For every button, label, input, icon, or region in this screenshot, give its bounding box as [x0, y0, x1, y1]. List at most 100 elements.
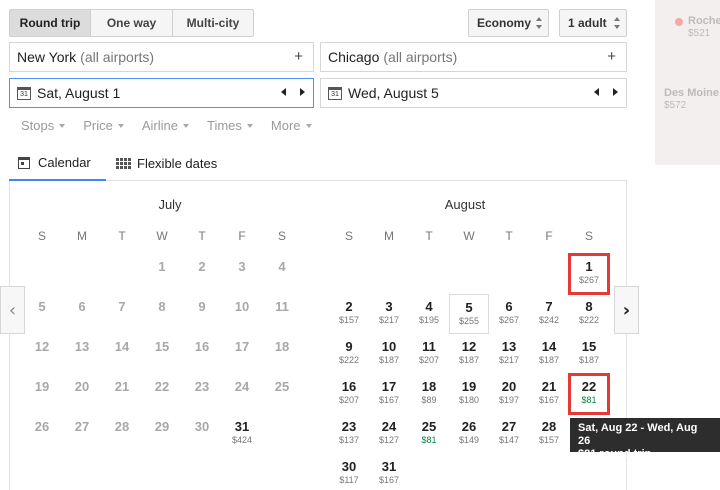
day-number: 4 — [278, 259, 286, 274]
month-title-july: July — [158, 197, 182, 212]
calendar-day-august-24[interactable]: 24 $127 — [369, 414, 409, 454]
depart-date-value: Sat, August 1 — [37, 85, 121, 101]
calendar-day-august-7[interactable]: 7 $242 — [529, 294, 569, 334]
day-number: 9 — [345, 339, 353, 354]
tooltip-dates: Sat, Aug 22 - Wed, Aug 26 — [578, 422, 698, 447]
day-number: 13 — [501, 339, 517, 354]
filter-times[interactable]: Times — [207, 118, 253, 133]
day-number: 19 — [34, 379, 50, 394]
tab-label: Flexible dates — [137, 156, 218, 171]
day-price: $197 — [498, 395, 520, 405]
calendar-day-august-27[interactable]: 27 $147 — [489, 414, 529, 454]
calendar-day-august-9[interactable]: 9 $222 — [329, 334, 369, 374]
cabin-select[interactable]: Economy — [468, 9, 549, 37]
tab-calendar[interactable]: Calendar — [9, 146, 106, 181]
calendar-day-august-20[interactable]: 20 $197 — [489, 374, 529, 414]
calendar-day-august-17[interactable]: 17 $167 — [369, 374, 409, 414]
calendar-day-august-8[interactable]: 8 $222 — [569, 294, 609, 334]
weekday-label: T — [425, 229, 433, 243]
day-price: $157 — [338, 315, 360, 325]
tab-flexible-dates[interactable]: Flexible dates — [116, 146, 217, 181]
tab-multi-city[interactable]: Multi-city — [173, 10, 253, 36]
day-number: 27 — [501, 419, 517, 434]
day-number: 3 — [385, 299, 393, 314]
prev-month-button[interactable]: ‹ — [0, 286, 25, 334]
calendar-day-august-16[interactable]: 16 $207 — [329, 374, 369, 414]
passenger-select[interactable]: 1 adult — [559, 9, 627, 37]
day-number: 4 — [425, 299, 433, 314]
origin-field[interactable]: New York (all airports) + — [9, 42, 314, 72]
next-date-icon[interactable] — [613, 88, 618, 96]
filter-airline[interactable]: Airline — [142, 118, 189, 133]
calendar-day-august-28[interactable]: 28 $157 — [529, 414, 569, 454]
day-number: 28 — [541, 419, 557, 434]
filter-label: Stops — [21, 118, 55, 133]
add-destination-icon[interactable]: + — [607, 48, 616, 65]
calendar-day-july-11: 11 — [262, 294, 302, 334]
tab-label: Calendar — [38, 155, 91, 170]
calendar-day-august-22[interactable]: 22 $81 — [568, 373, 610, 415]
day-number: 23 — [341, 419, 357, 434]
calendar-day-august-26[interactable]: 26 $149 — [449, 414, 489, 454]
calendar-day-august-15[interactable]: 15 $187 — [569, 334, 609, 374]
calendar-day-august-21[interactable]: 21 $167 — [529, 374, 569, 414]
calendar-day-august-4[interactable]: 4 $195 — [409, 294, 449, 334]
filter-price[interactable]: Price — [83, 118, 124, 133]
calendar-day-august-1[interactable]: 1 $267 — [568, 253, 610, 295]
calendar-day-july-13: 13 — [62, 334, 102, 374]
day-number: 15 — [154, 339, 170, 354]
calendar-day-august-2[interactable]: 2 $157 — [329, 294, 369, 334]
prev-date-icon[interactable] — [281, 88, 286, 96]
day-price: $117 — [339, 475, 359, 485]
calendar-day-august-6[interactable]: 6 $267 — [489, 294, 529, 334]
weekday-label: T — [118, 229, 126, 243]
day-number: 13 — [74, 339, 90, 354]
calendar-day-august-5[interactable]: 5 $255 — [449, 294, 489, 334]
depart-date-field[interactable]: 31 Sat, August 1 — [9, 78, 314, 108]
filter-stops[interactable]: Stops — [21, 118, 66, 133]
prev-date-icon[interactable] — [594, 88, 599, 96]
map-city-label: Roche — [688, 15, 720, 27]
weekday-label: M — [384, 229, 394, 243]
day-number: 2 — [198, 259, 206, 274]
add-origin-icon[interactable]: + — [294, 48, 303, 65]
calendar-day-august-18[interactable]: 18 $89 — [409, 374, 449, 414]
map-preview[interactable]: Roche $521 Des Moine $572 — [655, 0, 720, 165]
calendar-day-august-31[interactable]: 31 $167 — [369, 454, 409, 490]
day-number: 26 — [34, 419, 50, 434]
filter-more[interactable]: More — [271, 118, 312, 133]
calendar-day-july-19: 19 — [22, 374, 62, 414]
cabin-value: Economy — [477, 16, 532, 30]
calendar-day-august-3[interactable]: 3 $217 — [369, 294, 409, 334]
calendar-day-august-25[interactable]: 25 $81 — [409, 414, 449, 454]
calendar-day-august-23[interactable]: 23 $137 — [329, 414, 369, 454]
return-date-field[interactable]: 31 Wed, August 5 — [320, 78, 627, 108]
tab-round-trip[interactable]: Round trip — [10, 10, 91, 36]
calendar-day-july-22: 22 — [142, 374, 182, 414]
calendar-day-august-12[interactable]: 12 $187 — [449, 334, 489, 374]
day-number: 12 — [461, 339, 477, 354]
day-number: 16 — [341, 379, 357, 394]
day-number: 2 — [345, 299, 353, 314]
grid-icon — [116, 158, 131, 169]
calendar-day-august-14[interactable]: 14 $187 — [529, 334, 569, 374]
calendar-day-july-15: 15 — [142, 334, 182, 374]
calendar-day-july-31[interactable]: 31 $424 — [222, 414, 262, 454]
next-month-button[interactable]: › — [614, 286, 639, 334]
weekday-label: S — [277, 229, 286, 243]
calendar-day-august-19[interactable]: 19 $180 — [449, 374, 489, 414]
day-number: 11 — [275, 299, 289, 314]
calendar-day-august-30[interactable]: 30 $117 — [329, 454, 369, 490]
calendar-day-july-18: 18 — [262, 334, 302, 374]
day-number: 18 — [274, 339, 290, 354]
next-date-icon[interactable] — [300, 88, 305, 96]
destination-field[interactable]: Chicago (all airports) + — [320, 42, 627, 72]
calendar-day-august-11[interactable]: 11 $207 — [409, 334, 449, 374]
calendar-day-august-13[interactable]: 13 $217 — [489, 334, 529, 374]
tab-one-way[interactable]: One way — [91, 10, 173, 36]
flight-search-page: Round trip One way Multi-city Economy 1 … — [0, 0, 720, 490]
calendar-day-july-4: 4 — [262, 254, 302, 294]
calendar-day-july-17: 17 — [222, 334, 262, 374]
day-price: $180 — [458, 395, 480, 405]
calendar-day-august-10[interactable]: 10 $187 — [369, 334, 409, 374]
